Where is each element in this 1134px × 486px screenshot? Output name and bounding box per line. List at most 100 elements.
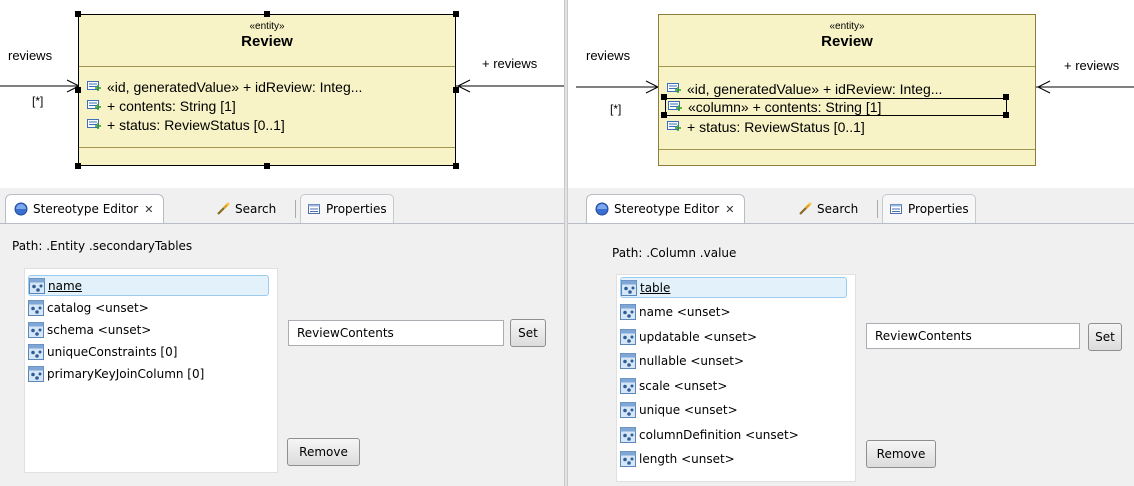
list-item[interactable]: catalog <unset> (28, 297, 269, 318)
path-label: Path: .Column .value (612, 246, 737, 260)
tab-label: Properties (908, 202, 969, 216)
tab-properties[interactable]: Properties (300, 194, 394, 223)
property-icon (620, 377, 636, 394)
resize-handle[interactable] (453, 11, 459, 17)
resize-handle[interactable] (75, 11, 81, 17)
list-item[interactable]: nullable <unset> (620, 350, 847, 371)
attribute-icon (668, 101, 682, 111)
stereotype-editor-view: Stereotype Editor ✕ Search Properties Pa… (568, 188, 1134, 486)
entity-review[interactable]: «entity» Review «id, generatedValue» + i… (658, 14, 1036, 166)
attribute-text: «column» + contents: String [1] (688, 99, 882, 115)
resize-handle[interactable] (661, 112, 667, 118)
resize-handle[interactable] (1003, 112, 1009, 118)
attribute-text: «id, generatedValue» + idReview: Integ..… (107, 79, 363, 95)
attribute-icon (87, 100, 101, 110)
properties-icon (308, 204, 320, 214)
list-item-label: primaryKeyJoinColumn [0] (47, 366, 205, 381)
resize-handle[interactable] (661, 94, 667, 100)
entity-name: Review (241, 33, 293, 50)
attribute-icon (87, 119, 101, 129)
list-item[interactable]: uniqueConstraints [0] (28, 341, 269, 362)
attribute-icon (667, 121, 681, 131)
entity-stereotype: «entity» (829, 21, 865, 32)
tab-search[interactable]: Search (798, 194, 858, 223)
value-field[interactable]: ReviewContents (866, 323, 1080, 349)
list-item[interactable]: primaryKeyJoinColumn [0] (28, 363, 269, 384)
list-item[interactable]: scale <unset> (620, 375, 847, 396)
property-icon (620, 401, 636, 418)
tab-properties[interactable]: Properties (882, 194, 976, 223)
list-item[interactable]: name <unset> (620, 301, 847, 322)
property-icon (29, 277, 45, 294)
right-panel: reviews [*] + reviews «entity» Review «i… (568, 0, 1134, 486)
property-icon (621, 279, 637, 296)
search-icon (799, 202, 812, 215)
compartment-divider (79, 147, 455, 148)
list-item-label: name <unset> (639, 304, 731, 319)
stereotype-editor-view: Stereotype Editor ✕ Search Properties Pa… (0, 188, 564, 486)
property-icon (620, 352, 636, 369)
stereotype-editor-icon (14, 202, 28, 216)
tab-stereotype-editor[interactable]: Stereotype Editor ✕ (5, 194, 165, 223)
list-item-label: unique <unset> (639, 402, 738, 417)
property-list[interactable]: table name <unset> updatable <unset> nul… (616, 274, 856, 482)
attribute-icon (667, 83, 681, 93)
attribute-icon (87, 81, 101, 91)
entity-review[interactable]: «entity» Review «id, generatedValue» + i… (78, 14, 456, 166)
path-label: Path: .Entity .secondaryTables (12, 239, 193, 253)
set-button[interactable]: Set (510, 319, 546, 347)
remove-button[interactable]: Remove (866, 440, 936, 468)
resize-handle[interactable] (264, 11, 270, 17)
property-icon (28, 343, 44, 360)
list-item[interactable]: columnDefinition <unset> (620, 424, 847, 445)
list-item[interactable]: unique <unset> (620, 399, 847, 420)
list-item-label: uniqueConstraints [0] (47, 344, 178, 359)
list-item-label: columnDefinition <unset> (639, 427, 799, 442)
property-icon (28, 321, 44, 338)
resize-handle[interactable] (453, 87, 459, 93)
compartment-divider (79, 66, 455, 67)
attribute-text: + status: ReviewStatus [0..1] (687, 119, 865, 135)
resize-handle[interactable] (453, 163, 459, 169)
list-item-label: schema <unset> (47, 322, 152, 337)
compartment-divider (659, 66, 1035, 67)
property-list[interactable]: name catalog <unset> schema <unset> uniq… (24, 268, 278, 473)
compartment-divider (659, 149, 1035, 150)
list-item[interactable]: length <unset> (620, 448, 847, 469)
attribute-status[interactable]: + status: ReviewStatus [0..1] (667, 118, 865, 136)
attribute-contents[interactable]: «column» + contents: String [1] (665, 98, 1007, 116)
remove-button[interactable]: Remove (287, 438, 360, 466)
list-item[interactable]: table (620, 277, 847, 298)
tab-stereotype-editor[interactable]: Stereotype Editor ✕ (586, 194, 746, 223)
set-button[interactable]: Set (1088, 323, 1122, 351)
attribute-text: «id, generatedValue» + idReview: Integ..… (687, 81, 943, 97)
attribute-status[interactable]: + status: ReviewStatus [0..1] (87, 116, 285, 134)
view-tab-bar: Stereotype Editor ✕ Search Properties (0, 188, 564, 224)
list-item-label: scale <unset> (639, 378, 728, 393)
resize-handle[interactable] (264, 163, 270, 169)
value-field[interactable]: ReviewContents (288, 320, 504, 346)
entity-name: Review (821, 33, 873, 50)
list-item[interactable]: name (28, 275, 269, 296)
resize-handle[interactable] (75, 87, 81, 93)
close-icon[interactable]: ✕ (725, 203, 734, 216)
list-item[interactable]: updatable <unset> (620, 326, 847, 347)
property-icon (620, 450, 636, 467)
attribute-idreview[interactable]: «id, generatedValue» + idReview: Integ..… (87, 78, 362, 96)
left-panel: reviews [*] + reviews «entity» Review «i… (0, 0, 564, 486)
tab-label: Search (235, 201, 277, 216)
tab-label: Search (817, 201, 859, 216)
attribute-contents[interactable]: + contents: String [1] (87, 97, 236, 115)
properties-icon (890, 204, 902, 214)
property-icon (28, 365, 44, 382)
list-item[interactable]: schema <unset> (28, 319, 269, 340)
attribute-idreview[interactable]: «id, generatedValue» + idReview: Integ..… (667, 80, 942, 98)
close-icon[interactable]: ✕ (144, 203, 153, 216)
tab-search[interactable]: Search (216, 194, 276, 223)
resize-handle[interactable] (1003, 94, 1009, 100)
tab-label: Stereotype Editor (614, 202, 720, 216)
property-icon (620, 426, 636, 443)
resize-handle[interactable] (75, 163, 81, 169)
tab-label: Properties (326, 202, 387, 216)
editor-body: Path: .Column .value table name <unset> … (568, 224, 1134, 486)
